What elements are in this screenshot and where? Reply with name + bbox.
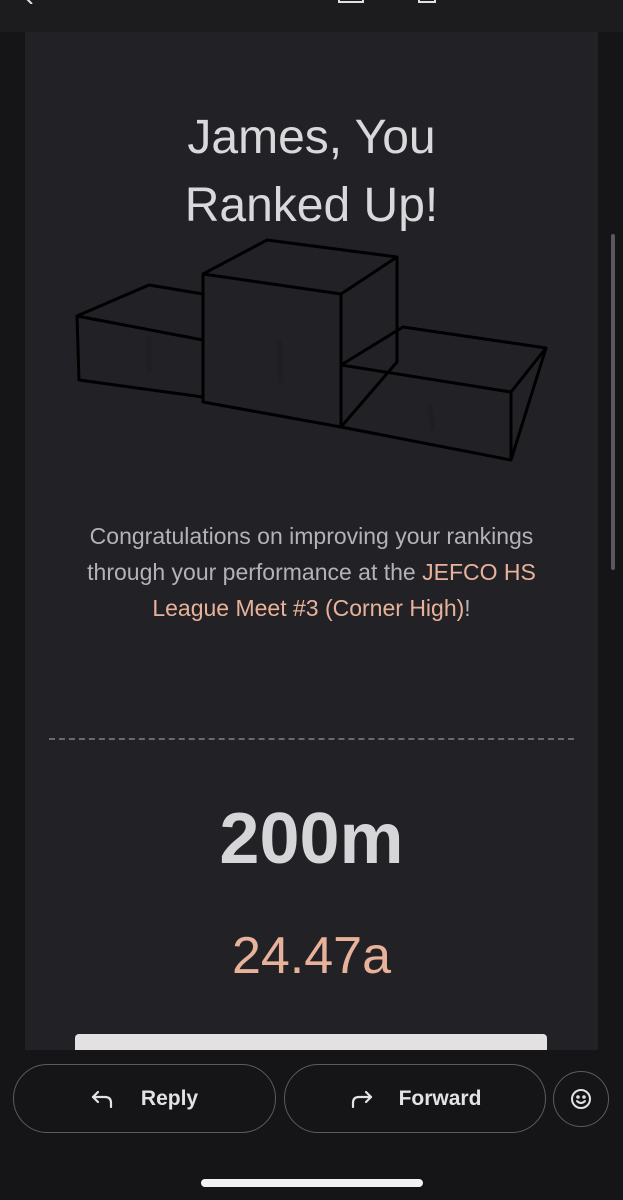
- reply-label: Reply: [140, 1086, 199, 1110]
- forward-button[interactable]: Forward: [284, 1064, 546, 1133]
- email-body: James, You Ranked Up! Congratulations on…: [25, 32, 598, 1050]
- content-block: [75, 1034, 547, 1050]
- forward-arrow-icon: [351, 1090, 372, 1108]
- trash-icon[interactable]: [416, 0, 438, 4]
- archive-icon[interactable]: [338, 0, 364, 4]
- email-screen: James, You Ranked Up! Congratulations on…: [0, 0, 623, 1200]
- emoji-reaction-button[interactable]: [553, 1071, 609, 1127]
- reply-arrow-icon: [91, 1090, 113, 1108]
- event-name: 200m: [219, 799, 404, 879]
- headline: James, You Ranked Up!: [25, 104, 598, 240]
- headline-line-1: James, You: [187, 111, 436, 164]
- podium-icon: [75, 238, 548, 462]
- headline-line-2: Ranked Up!: [184, 179, 439, 232]
- dashed-divider: [49, 738, 574, 740]
- congrats-message: Congratulations on improving your rankin…: [65, 518, 558, 626]
- action-bar: Reply Forward: [0, 1050, 623, 1200]
- smiley-icon: [571, 1089, 591, 1109]
- top-toolbar: [0, 0, 623, 32]
- reply-button[interactable]: Reply: [13, 1064, 276, 1133]
- scrollbar[interactable]: [611, 234, 615, 570]
- event-time: 24.47a: [231, 927, 392, 985]
- forward-label: Forward: [398, 1086, 482, 1110]
- home-indicator[interactable]: [201, 1179, 423, 1187]
- arrow-left-icon[interactable]: [24, 0, 44, 4]
- congrats-suffix: !: [464, 595, 471, 621]
